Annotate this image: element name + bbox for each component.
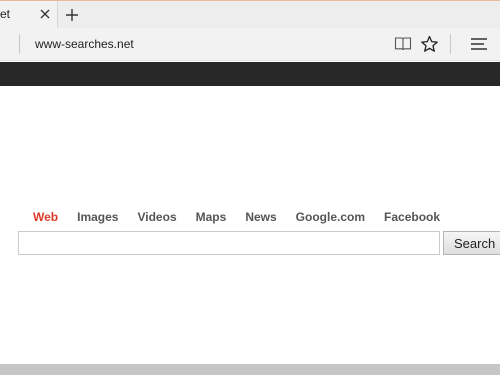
toolbar-divider: [450, 34, 451, 54]
search-input[interactable]: [18, 231, 440, 255]
tab-title: et: [0, 7, 11, 21]
nav-link-news[interactable]: News: [245, 210, 276, 224]
nav-link-web[interactable]: Web: [33, 210, 58, 224]
tab-strip: et: [0, 0, 500, 29]
search-nav: Web Images Videos Maps News Google.com F…: [33, 210, 459, 224]
close-icon[interactable]: [38, 7, 52, 21]
nav-link-videos[interactable]: Videos: [137, 210, 176, 224]
favorite-star-icon[interactable]: [420, 35, 439, 53]
search-button[interactable]: Search: [443, 231, 500, 255]
hub-menu-icon[interactable]: [470, 37, 488, 51]
nav-link-maps[interactable]: Maps: [196, 210, 227, 224]
site-header-bar: [0, 62, 500, 86]
reading-view-icon[interactable]: [394, 36, 412, 52]
bottom-scroll-strip: [0, 364, 500, 375]
nav-link-google[interactable]: Google.com: [296, 210, 365, 224]
browser-toolbar: www-searches.net: [0, 28, 500, 61]
nav-link-images[interactable]: Images: [77, 210, 118, 224]
toolbar-divider: [19, 34, 20, 54]
browser-tab[interactable]: et: [0, 1, 58, 29]
nav-link-facebook[interactable]: Facebook: [384, 210, 440, 224]
address-bar[interactable]: www-searches.net: [35, 37, 134, 51]
new-tab-icon[interactable]: [62, 5, 82, 25]
